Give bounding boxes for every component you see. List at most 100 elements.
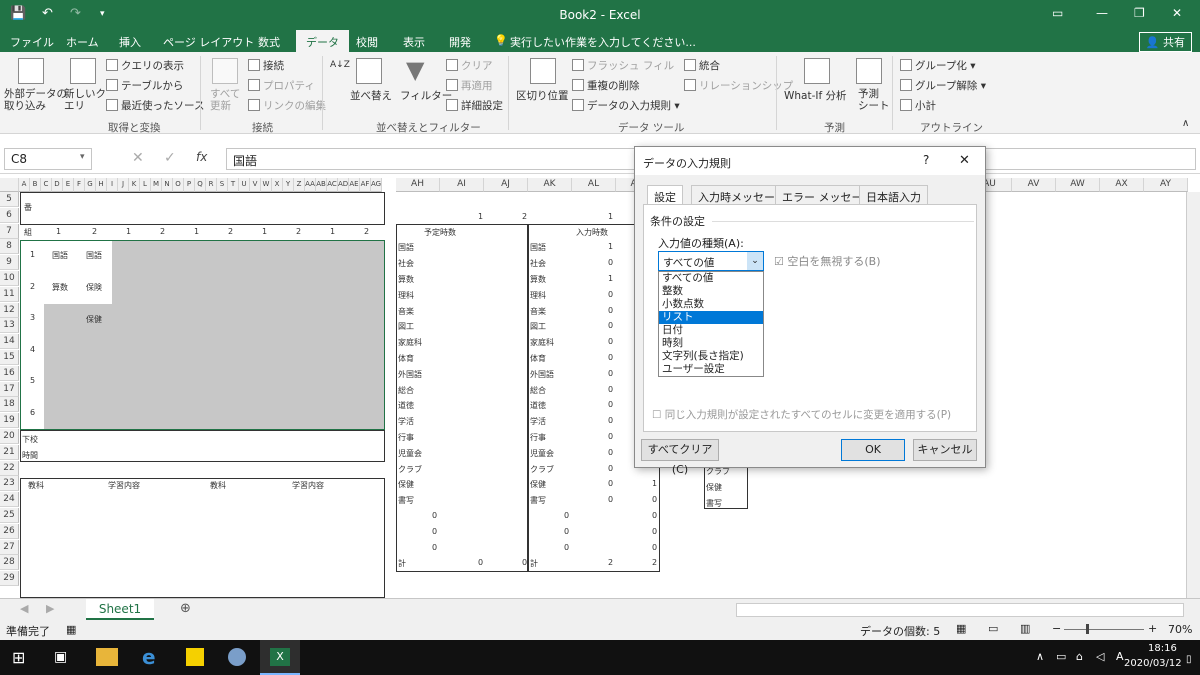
column-header[interactable]: K [129, 178, 140, 192]
clear-filter-button[interactable]: クリア [446, 58, 493, 73]
ungroup-button[interactable]: グループ解除 ▾ [900, 78, 986, 93]
share-button[interactable]: 👤 共有 [1138, 32, 1192, 52]
tab-home[interactable]: ホーム [66, 34, 99, 50]
tab-formulas[interactable]: 数式 [258, 34, 280, 50]
filter-button[interactable]: フィルター [400, 88, 452, 103]
column-header[interactable]: AX [1100, 178, 1144, 192]
allow-option[interactable]: 文字列(長さ指定) [659, 350, 763, 363]
chevron-down-icon[interactable]: ⌄ [747, 252, 763, 270]
sort-button[interactable]: 並べ替え [350, 88, 392, 103]
cancel-button[interactable]: キャンセル [913, 439, 977, 461]
ignore-blank-checkbox[interactable]: ☑ 空白を無視する(B) [774, 253, 881, 269]
column-header[interactable]: AC [327, 178, 338, 192]
horizontal-scrollbar[interactable] [736, 603, 1184, 617]
column-header[interactable]: P [184, 178, 195, 192]
row-header[interactable]: 18 [0, 397, 19, 413]
name-box-dropdown-icon[interactable]: ▾ [80, 152, 85, 162]
column-header[interactable]: O [173, 178, 184, 192]
allow-option[interactable]: 時刻 [659, 337, 763, 350]
select-all-corner[interactable] [0, 178, 19, 192]
cell-d8[interactable]: 国語 [86, 250, 102, 261]
cell-c8[interactable]: 国語 [52, 250, 68, 261]
selection-range[interactable] [20, 240, 385, 430]
subtotal-button[interactable]: 小計 [900, 98, 936, 113]
macro-record-icon[interactable]: ▦ [66, 623, 76, 636]
tab-view[interactable]: 表示 [403, 34, 425, 50]
consolidate-button[interactable]: 統合 [684, 58, 720, 73]
column-header[interactable]: AE [349, 178, 360, 192]
zoom-out-icon[interactable]: − [1052, 622, 1061, 635]
collapse-ribbon-icon[interactable]: ∧ [1182, 118, 1189, 129]
page-break-view-icon[interactable]: ▥ [1020, 622, 1030, 635]
row-header[interactable]: 10 [0, 271, 19, 286]
column-header[interactable]: T [228, 178, 239, 192]
allow-options-list[interactable]: すべての値 整数 小数点数 リスト 日付 時刻 文字列(長さ指定) ユーザー設定 [658, 271, 764, 377]
column-header[interactable]: AF [360, 178, 371, 192]
tab-developer[interactable]: 開発 [449, 34, 471, 50]
properties-button[interactable]: プロパティ [248, 78, 315, 93]
column-header[interactable]: I [107, 178, 118, 192]
column-header[interactable]: AD [338, 178, 349, 192]
get-external-data-button[interactable]: 外部データの 取り込み [4, 88, 67, 112]
sort-az-button[interactable]: A↓Z [330, 60, 350, 70]
column-header[interactable]: M [151, 178, 162, 192]
zoom-slider[interactable] [1064, 629, 1144, 630]
next-sheet-icon[interactable]: ▶ [46, 602, 54, 615]
ime-icon[interactable]: A [1116, 650, 1124, 663]
clock-time[interactable]: 18:16 [1148, 643, 1177, 654]
restore-icon[interactable]: ❐ [1134, 6, 1145, 20]
ribbon-display-icon[interactable]: ▭ [1052, 6, 1063, 20]
dialog-close-button[interactable]: ✕ [959, 153, 970, 168]
normal-view-icon[interactable]: ▦ [956, 622, 966, 635]
column-header[interactable]: S [217, 178, 228, 192]
clock-date[interactable]: 2020/03/12 [1124, 658, 1182, 669]
what-if-button[interactable]: What-If 分析 [784, 88, 847, 103]
row-header[interactable]: 29 [0, 571, 19, 587]
remove-duplicates-button[interactable]: 重複の削除 [572, 78, 640, 93]
flash-fill-button[interactable]: フラッシュ フィル [572, 58, 674, 73]
cell-d12[interactable]: 保健 [86, 314, 102, 325]
column-header[interactable]: AI [440, 178, 484, 192]
column-header[interactable]: AL [572, 178, 616, 192]
tab-review[interactable]: 校閲 [356, 34, 378, 50]
column-header[interactable]: AA [305, 178, 316, 192]
cancel-icon[interactable]: ✕ [132, 150, 144, 166]
new-query-button[interactable]: 新しいク エリ [64, 88, 106, 112]
row-header[interactable]: 7 [0, 223, 19, 239]
column-header[interactable]: B [30, 178, 41, 192]
column-header[interactable]: X [272, 178, 283, 192]
column-header[interactable]: Z [294, 178, 305, 192]
row-header[interactable]: 27 [0, 539, 19, 555]
zoom-in-icon[interactable]: + [1148, 622, 1157, 635]
minimize-icon[interactable]: — [1096, 6, 1108, 20]
row-header[interactable]: 5 [0, 192, 19, 207]
row-header[interactable]: 17 [0, 381, 19, 397]
tab-page-layout[interactable]: ページ レイアウト [163, 34, 254, 50]
column-header[interactable]: AJ [484, 178, 528, 192]
allow-option[interactable]: 日付 [659, 324, 763, 337]
data-validation-button[interactable]: データの入力規則 ▾ [572, 98, 680, 113]
row-header[interactable]: 8 [0, 239, 19, 255]
tab-insert[interactable]: 挿入 [119, 34, 141, 50]
row-header[interactable]: 28 [0, 555, 19, 571]
tab-data[interactable]: データ [296, 30, 349, 52]
file-explorer-icon[interactable] [96, 648, 118, 666]
column-header[interactable]: L [140, 178, 151, 192]
column-header[interactable]: C [41, 178, 52, 192]
row-header[interactable]: 6 [0, 207, 19, 223]
column-header[interactable]: F [74, 178, 85, 192]
edit-links-button[interactable]: リンクの編集 [248, 98, 326, 113]
row-header[interactable]: 15 [0, 350, 19, 365]
row-header[interactable]: 26 [0, 523, 19, 539]
row-header[interactable]: 23 [0, 476, 19, 492]
allow-option[interactable]: リスト [659, 311, 763, 324]
reapply-button[interactable]: 再適用 [446, 78, 493, 93]
column-header[interactable]: AG [371, 178, 382, 192]
group-button[interactable]: グループ化 ▾ [900, 58, 975, 73]
tell-me-icon[interactable]: 💡 [494, 34, 508, 47]
allow-option[interactable]: 小数点数 [659, 298, 763, 311]
page-layout-view-icon[interactable]: ▭ [988, 622, 998, 635]
row-header[interactable]: 16 [0, 365, 19, 381]
row-header[interactable]: 11 [0, 286, 19, 302]
enter-icon[interactable]: ✓ [164, 150, 176, 166]
